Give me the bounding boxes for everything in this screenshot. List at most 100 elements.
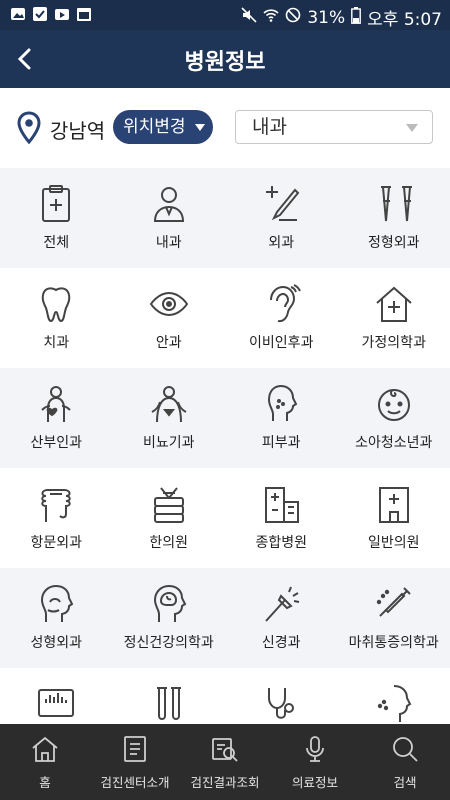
dept-label: 비뇨기과 (142, 435, 195, 451)
mute-icon (241, 7, 257, 28)
dept-urology[interactable]: 비뇨기과 (113, 368, 226, 468)
test-tubes-icon (156, 687, 181, 720)
check-icon (32, 6, 48, 22)
tab-label: 검색 (393, 775, 417, 790)
app-header: 병원정보 (0, 30, 450, 88)
gallery-icon (10, 6, 26, 22)
dept-label: 안과 (155, 335, 182, 351)
dept-anesthesiology[interactable]: 마취통증의학과 (338, 568, 450, 668)
dept-label: 종합병원 (255, 535, 308, 551)
dept-general-hospital[interactable]: 종합병원 (225, 468, 338, 568)
dept-korean-medicine[interactable]: 한의원 (113, 468, 226, 568)
tab-medical-info[interactable]: 의료정보 (270, 724, 360, 800)
dept-label: 정형외과 (367, 235, 420, 251)
face-sneeze-icon (377, 685, 411, 722)
dept-obgyn[interactable]: 산부인과 (0, 368, 113, 468)
reflex-hammer-icon (265, 586, 300, 622)
video-icon (54, 6, 70, 22)
dept-label: 소아청소년과 (355, 435, 433, 451)
dept-proctology[interactable]: 항문외과 (0, 468, 113, 568)
notification-icons (10, 6, 92, 22)
document-icon (124, 736, 146, 762)
dept-label: 가정의학과 (361, 335, 426, 351)
clipboard-plus-icon (42, 185, 70, 222)
ear-icon (270, 284, 301, 323)
calendar-icon (76, 6, 92, 22)
change-location-label: 위치변경 (123, 117, 186, 137)
dept-label: 외과 (268, 235, 295, 251)
dept-more-3[interactable] (225, 668, 338, 724)
syringe-icon (376, 587, 411, 617)
urology-icon (151, 386, 186, 423)
hospital-building-icon (265, 487, 299, 523)
no-sim-icon (285, 7, 301, 28)
tab-home[interactable]: 홈 (0, 724, 90, 800)
dept-dental[interactable]: 치과 (0, 268, 113, 368)
dept-label: 일반의원 (367, 535, 420, 551)
dept-label: 항문외과 (30, 535, 83, 551)
dept-ent[interactable]: 이비인후과 (225, 268, 338, 368)
tab-search[interactable]: 검색 (360, 724, 450, 800)
dept-psychiatry[interactable]: 정신건강의학과 (113, 568, 226, 668)
dept-dermatology[interactable]: 피부과 (225, 368, 338, 468)
dept-family-medicine[interactable]: 가정의학과 (338, 268, 450, 368)
home-icon (32, 736, 58, 762)
change-location-button[interactable]: 위치변경 (113, 110, 213, 144)
tab-label: 홈 (39, 775, 51, 790)
dept-plastic-surgery[interactable]: 성형외과 (0, 568, 113, 668)
tab-label: 검진결과조회 (190, 775, 260, 790)
caret-down-icon (406, 124, 418, 132)
dept-more-2[interactable] (113, 668, 226, 724)
stethoscope-icon (268, 688, 294, 719)
monitor-wave-icon (38, 689, 74, 717)
dept-all[interactable]: 전체 (0, 168, 113, 268)
department-selected-value: 내과 (252, 116, 287, 138)
status-bar: 31% 오후 5:07 (0, 0, 450, 30)
location-pin-icon (16, 111, 42, 149)
battery-icon (351, 6, 362, 29)
location-name: 강남역 (50, 119, 106, 143)
clinic-building-icon (378, 487, 409, 523)
tab-label: 의료정보 (291, 775, 338, 790)
dept-label: 마취통증의학과 (348, 635, 439, 651)
tab-label: 검진센터소개 (100, 775, 170, 790)
dept-label: 산부인과 (30, 435, 83, 451)
location-bar: 강남역 위치변경 내과 (0, 88, 450, 168)
dept-pediatrics[interactable]: 소아청소년과 (338, 368, 450, 468)
dept-internal[interactable]: 내과 (113, 168, 226, 268)
pregnant-icon (41, 386, 71, 422)
dept-more-4[interactable] (338, 668, 450, 724)
search-icon (393, 737, 418, 762)
tab-center-intro[interactable]: 검진센터소개 (90, 724, 180, 800)
house-plus-icon (375, 286, 412, 322)
dept-label: 신경과 (261, 635, 301, 651)
dept-orthopedics[interactable]: 정형외과 (338, 168, 450, 268)
intestine-icon (41, 489, 71, 522)
caret-down-icon (195, 124, 205, 131)
face-skin-icon (267, 384, 298, 421)
dept-more-1[interactable] (0, 668, 113, 724)
tooth-icon (41, 287, 71, 323)
face-profile-icon (40, 584, 74, 622)
dept-label: 성형외과 (30, 635, 83, 651)
dept-surgery[interactable]: 외과 (225, 168, 338, 268)
dept-ophthalmology[interactable]: 안과 (113, 268, 226, 368)
department-grid: 전체 내과 외과 정형외과 치과 안과 이비인후과 가정의학과 산부인과 비뇨기… (0, 168, 450, 724)
crutches-icon (380, 186, 412, 222)
head-brain-icon (153, 584, 186, 622)
clock: 오후 5:07 (367, 10, 442, 30)
dept-label: 전체 (43, 235, 70, 251)
dept-neurology[interactable]: 신경과 (225, 568, 338, 668)
tab-results[interactable]: 검진결과조회 (180, 724, 270, 800)
document-search-icon (212, 738, 238, 762)
battery-level: 31% (307, 7, 346, 28)
wifi-icon (263, 7, 279, 28)
dept-label: 한의원 (149, 535, 189, 551)
bottom-nav: 홈 검진센터소개 검진결과조회 의료정보 검색 (0, 724, 450, 800)
dept-label: 이비인후과 (249, 335, 314, 351)
dept-label: 내과 (155, 235, 182, 251)
department-select[interactable]: 내과 (235, 110, 433, 144)
dept-label: 치과 (43, 335, 70, 351)
dept-general-clinic[interactable]: 일반의원 (338, 468, 450, 568)
page-title: 병원정보 (184, 50, 266, 75)
